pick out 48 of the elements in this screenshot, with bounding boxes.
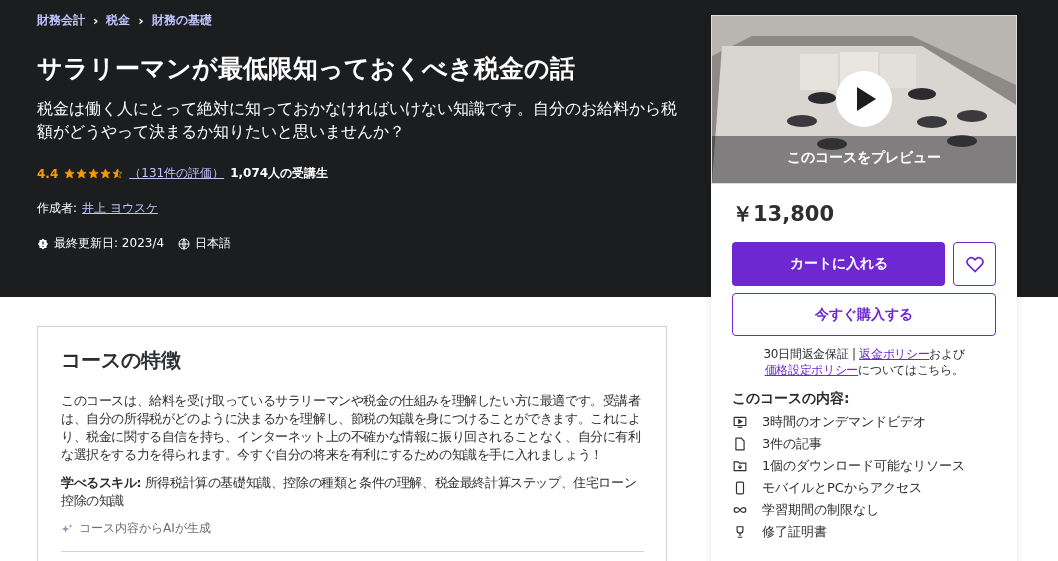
document-icon: [733, 436, 747, 451]
include-item: 3時間のオンデマンドビデオ: [762, 412, 927, 431]
author-link[interactable]: 井上 ヨウスケ: [82, 200, 158, 217]
breadcrumb-separator: ›: [93, 13, 99, 28]
include-item: 学習期間の制限なし: [762, 500, 879, 519]
include-item: 修了証明書: [762, 522, 827, 541]
features-description: このコースは、給料を受け取っているサラリーマンや税金の仕組みを理解したい方に最適です。受講者は、自分の所得税がどのように決まるかを理解し、節税の知識を身につけることができます。これにより、税金に関する自信を持ち、インターネット上の不確かな情報に振り回されることなく、自分に有利な選択をする力を得られます。今すぐ自分の将来を有利にするための知識を手に入れましょう！: [61, 392, 642, 464]
wishlist-button[interactable]: [953, 242, 996, 286]
globe-icon: [178, 237, 191, 250]
breadcrumb-link[interactable]: 財務の基礎: [151, 12, 212, 29]
preview-label: このコースをプレビュー: [786, 149, 942, 167]
course-title: サラリーマンが最低限知っておくべき税金の話: [37, 53, 576, 85]
folder-download-icon: [733, 458, 747, 473]
features-heading: コースの特徴: [61, 347, 182, 374]
include-item: モバイルとPCからアクセス: [762, 478, 922, 497]
includes-heading: このコースの内容:: [732, 390, 851, 408]
last-updated: 最終更新日: 2023/4: [54, 235, 165, 252]
rating-score: 4.4: [37, 166, 59, 181]
star-icon: [64, 168, 76, 179]
star-icon: [88, 168, 100, 179]
price: ￥13,800: [732, 201, 836, 228]
refund-policy-link[interactable]: 返金ポリシー: [859, 347, 930, 361]
star-icon: [112, 168, 124, 179]
trophy-icon: [733, 524, 747, 539]
course-subtitle: 税金は働く人にとって絶対に知っておかなければいけない知識です。自分のお給料から税額がどうやって決まるか知りたいと思いませんか？: [37, 98, 677, 143]
heart-icon: [964, 254, 985, 274]
alert-icon: [37, 237, 49, 250]
author-label: 作成者:: [37, 200, 78, 217]
guarantee-text: 30日間返金保証 | 返金ポリシーおよび 価格設定ポリシーについてはこちら。: [762, 346, 966, 378]
star-icon: [100, 168, 112, 179]
star-icon: [76, 168, 88, 179]
video-icon: [733, 414, 747, 429]
skills-text: 学べるスキル: 所得税計算の基礎知識、控除の種類と条件の理解、税金最終計算ステップ、住宅ローン控除の知識: [61, 474, 638, 510]
include-item: 1個のダウンロード可能なリソース: [762, 456, 966, 475]
reviews-link[interactable]: （131件の評価）: [129, 165, 225, 182]
include-item: 3件の記事: [762, 434, 823, 453]
mobile-icon: [733, 480, 747, 495]
breadcrumb-link[interactable]: 税金: [106, 12, 131, 29]
pricing-policy-link[interactable]: 価格設定ポリシー: [764, 363, 859, 377]
language: 日本語: [195, 235, 232, 252]
play-icon: [836, 71, 892, 127]
add-to-cart-button[interactable]: カートに入れる: [732, 242, 945, 286]
student-count: 1,074人の受講生: [230, 165, 329, 182]
breadcrumb-link[interactable]: 財務会計: [37, 12, 85, 29]
ai-note: コース内容からAIが生成: [79, 520, 211, 537]
breadcrumb-separator: ›: [138, 13, 144, 28]
sparkle-icon: [61, 522, 73, 535]
buy-now-button[interactable]: 今すぐ購入する: [732, 293, 996, 336]
